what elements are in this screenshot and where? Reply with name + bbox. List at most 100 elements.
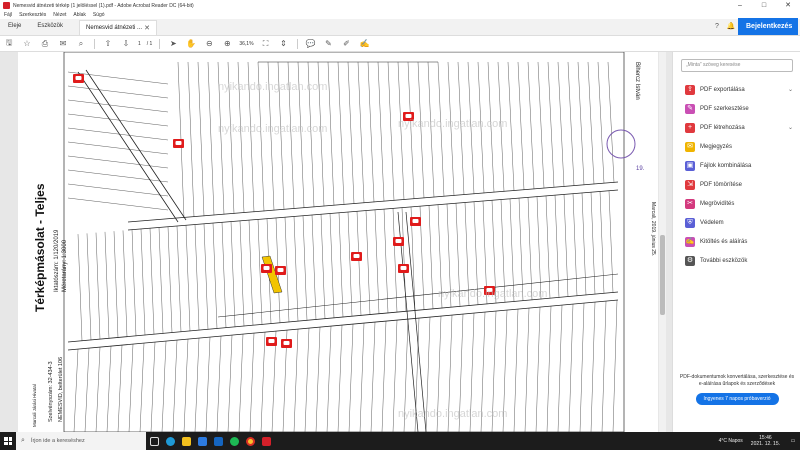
select-cursor-icon[interactable]: ➤ — [164, 39, 182, 48]
tool-icon: ⛨ — [685, 217, 695, 228]
scrollbar-thumb[interactable] — [660, 235, 665, 315]
menu-help[interactable]: Súgó — [93, 12, 105, 18]
tools-pane: „Minta” szöveg keresése ⇪ PDF exportálása… — [672, 52, 800, 432]
edge-icon[interactable] — [162, 432, 178, 450]
zoom-level[interactable]: 36,1% — [239, 41, 253, 47]
tool-label: További eszközök — [700, 257, 748, 264]
prev-page-icon[interactable]: ⇧ — [99, 39, 117, 48]
tool-item[interactable]: ✂ Megrövidítés — [673, 194, 800, 213]
bookmark-icon[interactable]: ☆ — [18, 39, 36, 48]
tool-icon: ⚙ — [685, 255, 695, 266]
tool-icon: ✍ — [685, 236, 695, 247]
tool-item[interactable]: + PDF létrehozása ⌄ — [673, 118, 800, 137]
tool-item[interactable]: ✉ Megjegyzés — [673, 137, 800, 156]
clock[interactable]: 15:46 2021. 12. 15. — [751, 435, 780, 447]
chrome-icon[interactable] — [242, 432, 258, 450]
comment-marker-icon — [75, 76, 82, 80]
sign-in-button[interactable]: Bejelentkezés — [738, 18, 798, 35]
window-title: Nemesvid átnézeti térkép (1 jelöléssel (… — [13, 2, 194, 9]
tab-document[interactable]: Nemesvid átnézeti ... ✕ — [79, 20, 158, 36]
watermark-3: nyikando.ingatlan.com — [398, 118, 507, 130]
watermark-5: nyikando.ingatlan.com — [398, 408, 507, 420]
menu-edit[interactable]: Szerkesztés — [19, 12, 46, 18]
tool-item[interactable]: ▣ Fájlok kombinálása — [673, 156, 800, 175]
hand-tool-icon[interactable]: ✋ — [182, 39, 200, 48]
watermark-4: nyikando.ingatlan.com — [438, 288, 547, 300]
vertical-scrollbar[interactable] — [659, 52, 666, 432]
watermark-1: nyikando.ingatlan.com — [218, 81, 327, 93]
spotify-icon[interactable] — [226, 432, 242, 450]
help-icon[interactable]: ? — [710, 18, 724, 35]
search-icon[interactable]: ⌕ — [72, 39, 90, 49]
tab-tools[interactable]: Eszközök — [29, 18, 71, 35]
map-issued: Marcali, 2019. június 25. — [650, 202, 656, 256]
tool-item[interactable]: ✍ Kitöltés és aláírás — [673, 232, 800, 251]
comment-marker-icon — [400, 266, 407, 270]
tool-item[interactable]: ⇲ PDF tömörítése — [673, 175, 800, 194]
menu-view[interactable]: Nézet — [53, 12, 66, 18]
tool-item[interactable]: ✎ PDF szerkesztése — [673, 99, 800, 118]
fit-page-icon[interactable]: ⛶ — [257, 39, 275, 49]
start-button[interactable] — [0, 432, 16, 450]
page-total: / 1 — [146, 40, 153, 47]
document-area[interactable]: Térképmásolat - Teljes Iktatószám: 1/120… — [0, 52, 672, 432]
tool-item[interactable]: ⚙ További eszközök — [673, 251, 800, 270]
sign-icon[interactable]: ✍ — [356, 39, 374, 48]
next-page-icon[interactable]: ⇩ — [117, 39, 135, 48]
toolbar: 🖫 ☆ ⎙ ✉ ⌕ ⇧ ⇩ 1 / 1 ➤ ✋ ⊖ ⊕ 36,1% ⛶ ⇕ 💬 … — [0, 36, 800, 52]
free-trial-button[interactable]: Ingyenes 7 napos próbaverzió — [695, 393, 779, 405]
search-icon: ⌕ — [21, 437, 25, 444]
weather-widget[interactable]: 4°C Napos — [719, 438, 743, 444]
chevron-down-icon[interactable]: ⌄ — [788, 86, 793, 93]
explorer-icon[interactable] — [178, 432, 194, 450]
acrobat-taskbar-icon[interactable] — [258, 432, 274, 450]
tool-item[interactable]: ⇪ PDF exportálása ⌄ — [673, 80, 800, 99]
tool-item[interactable]: ⛨ Védelem — [673, 213, 800, 232]
save-icon[interactable]: 🖫 — [0, 37, 18, 51]
tool-icon: ✎ — [685, 103, 695, 114]
store-icon[interactable] — [194, 432, 210, 450]
comment-marker-icon — [353, 254, 360, 258]
comment-marker-icon — [412, 219, 419, 223]
tab-home[interactable]: Eleje — [0, 18, 29, 35]
tool-label: PDF szerkesztése — [700, 105, 749, 112]
highlight-icon[interactable]: ✎ — [320, 39, 338, 48]
zoom-in-icon[interactable]: ⊕ — [218, 39, 236, 48]
tool-icon: ⇪ — [685, 84, 695, 95]
menu-file[interactable]: Fájl — [4, 12, 12, 18]
comment-marker-icon — [277, 268, 284, 272]
chevron-down-icon[interactable]: ⌄ — [788, 124, 793, 131]
clock-date: 2021. 12. 15. — [750, 441, 780, 447]
taskbar-search-placeholder: Írjon ide a kereséshez — [30, 438, 85, 444]
bell-icon[interactable]: 🔔 — [724, 18, 738, 35]
email-icon[interactable]: ✉ — [54, 39, 72, 48]
comment-icon[interactable]: 💬 — [302, 39, 320, 48]
taskbar-search[interactable]: ⌕ Írjon ide a kereséshez — [16, 432, 146, 450]
tool-icon: ⇲ — [685, 179, 695, 190]
comment-marker-icon — [175, 141, 182, 145]
tab-document-label: Nemesvid átnézeti ... — [86, 24, 143, 31]
comment-marker-icon — [263, 266, 270, 270]
zoom-out-icon[interactable]: ⊖ — [200, 39, 218, 48]
tool-label: Védelem — [700, 219, 724, 226]
menu-window[interactable]: Ablak — [73, 12, 86, 18]
tools-list: ⇪ PDF exportálása ⌄ ✎ PDF szerkesztése + PDF l… — [673, 80, 800, 270]
close-tab-icon[interactable]: ✕ — [144, 21, 150, 36]
task-view-icon[interactable] — [146, 432, 162, 450]
tools-search-input[interactable]: „Minta” szöveg keresése — [681, 59, 793, 72]
tool-label: Megrövidítés — [700, 200, 735, 207]
map-office: Marcali Járási Hivatal — [32, 384, 37, 427]
tool-label: PDF létrehozása — [700, 124, 745, 131]
print-icon[interactable]: ⎙ — [36, 39, 54, 49]
mail-icon[interactable] — [210, 432, 226, 450]
page-number-input[interactable]: 1 — [138, 41, 141, 47]
draw-icon[interactable]: ✐ — [338, 39, 356, 48]
scroll-mode-icon[interactable]: ⇕ — [275, 39, 293, 48]
tab-bar: Eleje Eszközök Nemesvid átnézeti ... ✕ ?… — [0, 18, 800, 36]
map-title: Térképmásolat - Teljes — [33, 183, 47, 312]
comment-marker-icon — [395, 239, 402, 243]
menu-bar: Fájl Szerkesztés Nézet Ablak Súgó — [0, 10, 800, 19]
tool-icon: ▣ — [685, 160, 695, 171]
tool-label: PDF exportálása — [700, 86, 745, 93]
notification-icon[interactable]: ▭ — [788, 438, 798, 444]
